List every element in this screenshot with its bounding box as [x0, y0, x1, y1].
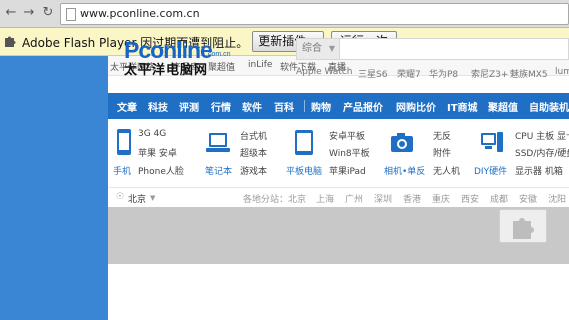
region-city[interactable]: 安徽 — [519, 192, 537, 205]
laptop-icon[interactable] — [205, 128, 231, 158]
category-nav: 文章 科技 评测 行情 软件 百科 购物 产品报价 网购比价 IT商城 聚超值 … — [108, 93, 569, 119]
topnav-item[interactable]: inLife — [248, 60, 272, 70]
region-city[interactable]: 上海 — [316, 192, 334, 205]
catnav-item[interactable]: 网购比价 — [396, 99, 436, 114]
left-blue-panel — [0, 56, 108, 320]
logo-chinese-name: 太平洋电脑网 — [124, 63, 209, 78]
reload-icon[interactable]: ↻ — [40, 5, 56, 21]
tablet-icon[interactable] — [291, 128, 317, 158]
group-link[interactable]: 显示器 机箱 — [515, 164, 563, 177]
location-icon: ☉ — [116, 192, 125, 202]
group-link[interactable]: CPU 主板 显卡 — [515, 129, 569, 142]
camera-icon[interactable] — [389, 128, 415, 158]
group-link[interactable]: 台式机 — [240, 129, 267, 142]
search-type-label: 综合 — [302, 43, 322, 54]
catnav-item[interactable]: 评测 — [179, 99, 199, 114]
hot-word[interactable]: 荣耀7 — [397, 67, 421, 80]
hot-word[interactable]: 魅族MX5 — [510, 67, 548, 80]
region-city[interactable]: 西安 — [461, 192, 479, 205]
region-city[interactable]: 成都 — [490, 192, 508, 205]
group-link[interactable]: Win8平板 — [329, 146, 370, 159]
catnav-item[interactable]: 软件 — [242, 99, 262, 114]
group-link[interactable]: Phone人脸 — [138, 164, 184, 177]
region-city[interactable]: 沈阳 — [548, 192, 566, 205]
group-link[interactable]: 苹果iPad — [329, 164, 366, 177]
group-caption-tablet[interactable]: 平板电脑 — [286, 164, 322, 177]
region-city[interactable]: 重庆 — [432, 192, 450, 205]
puzzle-icon — [5, 36, 16, 47]
catnav-item[interactable]: 购物 — [311, 99, 331, 114]
hot-word[interactable]: lum — [555, 67, 569, 77]
group-caption-phone[interactable]: 手机 — [113, 164, 131, 177]
catnav-item[interactable]: 产品报价 — [343, 99, 383, 114]
region-bar: ☉ 北京 ▼ 各地分站： 北京 上海 广州 深圳 香港 重庆 西安 成都 安徽 … — [108, 187, 569, 207]
search-input[interactable] — [340, 38, 569, 60]
current-region[interactable]: 北京 — [128, 192, 146, 205]
group-caption-camera[interactable]: 相机•单反 — [384, 164, 425, 177]
catnav-item[interactable]: 聚超值 — [488, 99, 518, 114]
browser-toolbar: ← → ↻ www.pconline.com.cn — [0, 0, 569, 28]
hot-word[interactable]: Apple Watch — [296, 67, 353, 77]
address-bar[interactable]: www.pconline.com.cn — [60, 3, 569, 25]
catnav-item[interactable]: 自助装机 — [529, 99, 569, 114]
group-caption-laptop[interactable]: 笔记本 — [205, 164, 232, 177]
desktop-pc-icon[interactable] — [479, 128, 505, 158]
catnav-item[interactable]: 百科 — [274, 99, 294, 114]
group-link[interactable]: 超级本 — [240, 146, 267, 159]
catnav-item[interactable]: 行情 — [211, 99, 231, 114]
region-city[interactable]: 北京 — [288, 192, 306, 205]
catnav-item[interactable]: 文章 — [117, 99, 137, 114]
forward-icon[interactable]: → — [21, 5, 37, 21]
group-link[interactable]: 无反 — [433, 129, 451, 142]
hot-word[interactable]: 三星S6 — [358, 67, 387, 80]
catnav-item[interactable]: 科技 — [148, 99, 168, 114]
nav-divider — [304, 100, 305, 112]
phone-icon[interactable] — [111, 128, 137, 158]
region-city[interactable]: 广州 — [345, 192, 363, 205]
blocked-plugin-placeholder[interactable] — [499, 209, 547, 243]
group-link[interactable]: 3G 4G — [138, 129, 166, 139]
region-city[interactable]: 深圳 — [374, 192, 392, 205]
puzzle-icon — [513, 218, 534, 239]
group-link[interactable]: SSD/内存/硬盘 — [515, 146, 569, 159]
address-text: www.pconline.com.cn — [80, 7, 200, 20]
page-icon — [66, 8, 76, 21]
back-icon[interactable]: ← — [3, 5, 19, 21]
logo-domain: .com.cn — [206, 51, 231, 58]
hot-word[interactable]: 华为P8 — [429, 67, 458, 80]
chevron-down-icon: ▼ — [150, 194, 156, 202]
group-caption-diy[interactable]: DIY硬件 — [474, 164, 507, 177]
hot-word[interactable]: 索尼Z3+ — [471, 67, 508, 80]
region-city[interactable]: 香港 — [403, 192, 421, 205]
group-link[interactable]: 无人机 — [433, 164, 460, 177]
browser-window: ← → ↻ www.pconline.com.cn Adobe Flash Pl… — [0, 0, 569, 320]
group-link[interactable]: 苹果 安卓 — [138, 146, 177, 159]
search-type-select[interactable]: 综合 ▼ — [296, 38, 340, 60]
group-link[interactable]: 安卓平板 — [329, 129, 365, 142]
group-link[interactable]: 游戏本 — [240, 164, 267, 177]
chevron-down-icon: ▼ — [328, 44, 335, 53]
group-link[interactable]: 附件 — [433, 146, 451, 159]
site-logo[interactable]: Pconline .com.cn 太平洋电脑网 — [124, 37, 234, 78]
catnav-item[interactable]: IT商城 — [447, 99, 478, 114]
region-label: 各地分站： — [243, 195, 289, 205]
